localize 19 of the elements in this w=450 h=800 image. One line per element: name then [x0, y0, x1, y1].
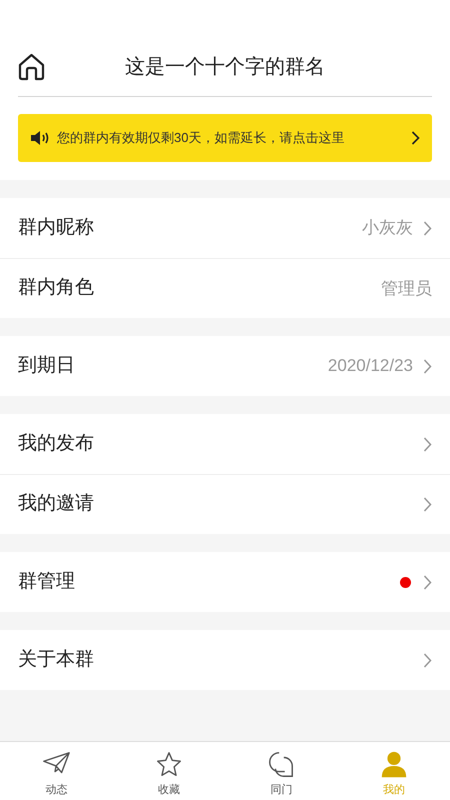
notice-banner[interactable]: 您的群内有效期仅剩30天，如需延长，请点击这里: [18, 114, 432, 162]
notice-text: 您的群内有效期仅剩30天，如需延长，请点击这里: [57, 129, 346, 148]
speaker-icon: [30, 130, 49, 146]
tab[interactable]: 同门: [225, 742, 338, 800]
row-label: 关于本群: [18, 648, 95, 672]
page-title: 这是一个十个字的群名: [125, 55, 325, 80]
tab[interactable]: 动态: [0, 742, 112, 800]
row-label: 群管理: [18, 570, 76, 594]
row-label: 到期日: [18, 354, 76, 378]
row-value: 2020/12/23: [328, 355, 413, 378]
row-label: 群内角色: [18, 276, 95, 300]
row-value: 小灰灰: [362, 217, 413, 240]
row-label: 我的发布: [18, 432, 95, 456]
row-value: 管理员: [381, 278, 432, 300]
chevron-icon: [411, 131, 420, 145]
row-label: 我的邀请: [18, 492, 95, 516]
tab[interactable]: 收藏: [112, 742, 225, 800]
row-label: 群内昵称: [18, 216, 95, 240]
home-icon[interactable]: [18, 53, 45, 81]
